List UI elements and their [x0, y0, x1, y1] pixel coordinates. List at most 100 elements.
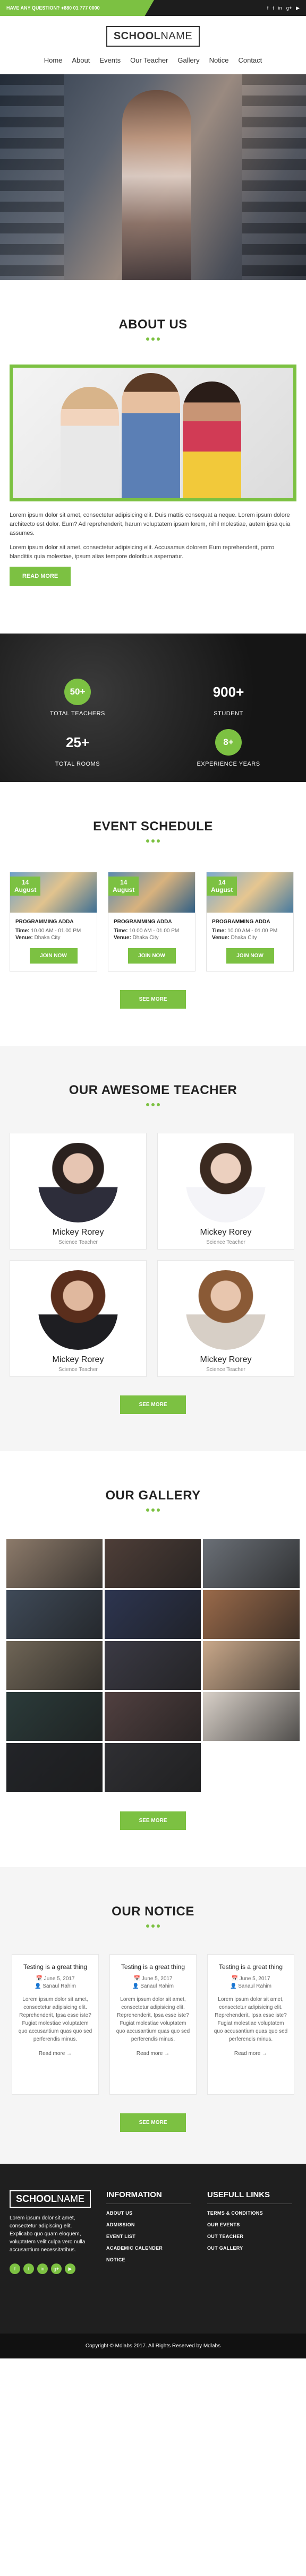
read-more-link[interactable]: Read more →: [213, 2051, 288, 2057]
join-now-button[interactable]: JOIN NOW: [29, 948, 78, 964]
events-list: 14 August PROGRAMMING ADDA Time: 10.00 AM…: [0, 872, 306, 972]
event-card: 14 August PROGRAMMING ADDA Time: 10.00 AM…: [10, 872, 97, 972]
nav-gallery[interactable]: Gallery: [177, 56, 199, 64]
events-title: EVENT SCHEDULE: [93, 819, 213, 834]
facebook-icon[interactable]: f: [267, 5, 269, 11]
teacher-photo: [186, 1143, 266, 1222]
gallery-image[interactable]: [5, 1538, 104, 1589]
footer-link[interactable]: TERMS & CONDITIONS: [207, 2210, 292, 2216]
about-paragraph-2: Lorem ipsum dolor sit amet, consectetur …: [10, 544, 275, 560]
footer-link[interactable]: OUR EVENTS: [207, 2222, 292, 2227]
about-section: ABOUT US Lorem ipsum dolor sit amet, con…: [0, 280, 306, 586]
top-bar: HAVE ANY QUESTION? +880 01 777 0000 f t …: [0, 0, 306, 16]
read-more-button[interactable]: READ MORE: [10, 567, 71, 586]
teachers-see-more-button[interactable]: SEE MORE: [120, 1395, 186, 1414]
event-title: PROGRAMMING ADDA: [212, 919, 270, 925]
twitter-icon[interactable]: t: [273, 5, 274, 11]
stat-students-value: 900+: [212, 684, 244, 700]
gallery-image[interactable]: [202, 1589, 301, 1640]
about-paragraph-1: Lorem ipsum dolor sit amet, consectetur …: [10, 512, 291, 536]
linkedin-icon[interactable]: in: [37, 2263, 48, 2274]
event-title: PROGRAMMING ADDA: [15, 919, 74, 925]
gallery-see-more-button[interactable]: SEE MORE: [120, 1811, 186, 1830]
stat-students-label: STUDENT: [214, 710, 243, 717]
site-logo[interactable]: SCHOOLNAME: [106, 26, 200, 47]
twitter-icon[interactable]: t: [23, 2263, 34, 2274]
read-more-link[interactable]: Read more →: [18, 2051, 93, 2057]
nav-home[interactable]: Home: [44, 56, 63, 64]
stat-teachers-value: 50+: [64, 679, 91, 705]
teacher-photo: [38, 1143, 118, 1222]
gallery-image[interactable]: [5, 1691, 104, 1742]
gallery-image[interactable]: [202, 1691, 301, 1742]
teachers-section: OUR AWESOME TEACHER Mickey Rorey Science…: [0, 1046, 306, 1414]
join-now-button[interactable]: JOIN NOW: [128, 948, 176, 964]
footer-link[interactable]: OUT TEACHER: [207, 2234, 292, 2239]
question-text: HAVE ANY QUESTION? +880 01 777 0000: [0, 0, 154, 16]
events-see-more-button[interactable]: SEE MORE: [120, 990, 186, 1009]
footer-link[interactable]: ACADEMIC CALENDER: [106, 2245, 191, 2251]
notice-title: Testing is a great thing: [218, 1963, 283, 1971]
google-plus-icon[interactable]: g+: [51, 2263, 62, 2274]
gallery-image[interactable]: [104, 1538, 202, 1589]
gallery-image[interactable]: [104, 1742, 202, 1793]
footer-logo[interactable]: SCHOOLNAME: [10, 2190, 91, 2208]
event-venue: Venue: Dhaka City: [212, 935, 257, 941]
title-dots: [0, 1103, 306, 1106]
facebook-icon[interactable]: f: [10, 2263, 20, 2274]
stat-rooms-label: TOTAL ROOMS: [55, 761, 100, 767]
event-venue: Venue: Dhaka City: [114, 935, 159, 941]
teachers-title: OUR AWESOME TEACHER: [69, 1083, 237, 1097]
notice-desc: Lorem ipsum dolor sit amet, consectetur …: [116, 1997, 190, 2042]
join-now-button[interactable]: JOIN NOW: [226, 948, 274, 964]
event-date: 14 August: [207, 877, 237, 896]
read-more-link[interactable]: Read more →: [115, 2051, 191, 2057]
stat-teachers-label: TOTAL TEACHERS: [50, 710, 105, 717]
user-icon: 👤: [132, 1983, 139, 1989]
gallery-image[interactable]: [5, 1589, 104, 1640]
gallery-image[interactable]: [104, 1589, 202, 1640]
footer-link[interactable]: NOTICE: [106, 2257, 191, 2262]
copyright-text: Copyright © Mdlabs 2017. All Rights Rese…: [85, 2343, 221, 2349]
nav-notice[interactable]: Notice: [209, 56, 229, 64]
site-header: SCHOOLNAME Home About Events Our Teacher…: [0, 16, 306, 74]
event-card: 14 August PROGRAMMING ADDA Time: 10.00 AM…: [108, 872, 196, 972]
title-dots: [0, 337, 306, 341]
nav-about[interactable]: About: [72, 56, 90, 64]
nav-events[interactable]: Events: [99, 56, 121, 64]
gallery-image[interactable]: [104, 1640, 202, 1691]
notice-see-more-button[interactable]: SEE MORE: [120, 2113, 186, 2132]
event-card: 14 August PROGRAMMING ADDA Time: 10.00 AM…: [206, 872, 294, 972]
youtube-icon[interactable]: ▶: [65, 2263, 75, 2274]
notice-list: Testing is a great thing 📅 June 5, 2017 …: [0, 1954, 306, 2095]
gallery-image[interactable]: [202, 1640, 301, 1691]
nav-our-teacher[interactable]: Our Teacher: [130, 56, 168, 64]
gallery-image[interactable]: [5, 1742, 104, 1793]
notice-section: OUR NOTICE Testing is a great thing 📅 Ju…: [0, 1867, 306, 2132]
footer-link[interactable]: ADMISSION: [106, 2222, 191, 2227]
footer-link[interactable]: ABOUT US: [106, 2210, 191, 2216]
title-dots: [0, 839, 306, 843]
footer-link[interactable]: EVENT LIST: [106, 2234, 191, 2239]
gallery-grid: [0, 1538, 306, 1793]
main-nav: Home About Events Our Teacher Gallery No…: [44, 56, 262, 64]
title-dots: [0, 1508, 306, 1512]
footer-text: Lorem ipsum dolor sit amet, consectetur …: [10, 2215, 86, 2253]
teachers-wrapper: OUR AWESOME TEACHER Mickey Rorey Science…: [0, 1046, 306, 1451]
linkedin-icon[interactable]: in: [278, 5, 282, 11]
notice-title: Testing is a great thing: [121, 1963, 185, 1971]
google-plus-icon[interactable]: g+: [286, 5, 292, 11]
teacher-card: Mickey Rorey Science Teacher: [157, 1260, 294, 1377]
gallery-image[interactable]: [5, 1640, 104, 1691]
notice-title: OUR NOTICE: [112, 1904, 194, 1919]
teacher-role: Science Teacher: [206, 1367, 245, 1373]
gallery-image[interactable]: [104, 1691, 202, 1742]
footer-link[interactable]: OUT GALLERY: [207, 2245, 292, 2251]
youtube-icon[interactable]: ▶: [296, 5, 300, 11]
about-text: Lorem ipsum dolor sit amet, consectetur …: [10, 511, 296, 561]
event-image: 14 August: [10, 872, 97, 913]
gallery-image[interactable]: [202, 1538, 301, 1589]
stat-rooms-value: 25+: [65, 734, 90, 750]
nav-contact[interactable]: Contact: [238, 56, 262, 64]
student-middle: [122, 373, 180, 498]
